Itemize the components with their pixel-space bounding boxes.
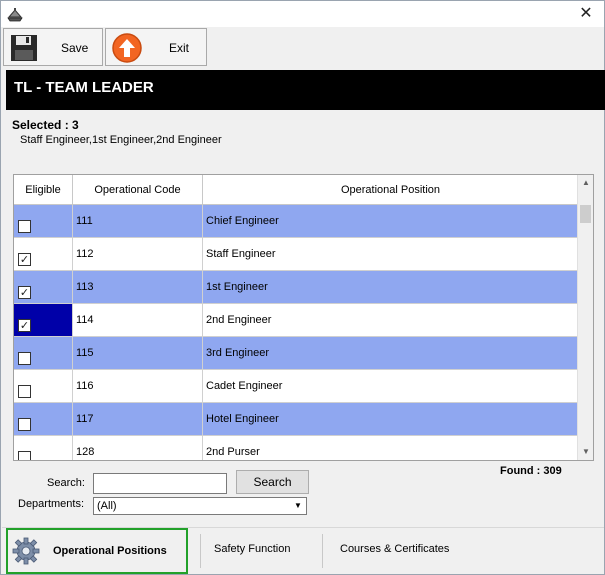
operational-code-cell[interactable]: 117: [73, 403, 203, 435]
ship-icon: [7, 8, 23, 22]
found-count: Found : 309: [500, 465, 562, 477]
tab-divider: [322, 534, 323, 568]
selected-list: Staff Engineer,1st Engineer,2nd Engineer: [20, 134, 222, 146]
eligible-cell[interactable]: [14, 436, 73, 460]
eligible-cell[interactable]: ✓: [14, 238, 73, 270]
page-title: TL - TEAM LEADER: [6, 70, 605, 110]
tab-courses-certificates[interactable]: Courses & Certificates: [340, 528, 460, 574]
save-button[interactable]: Save: [3, 28, 103, 66]
eligible-cell[interactable]: [14, 337, 73, 369]
title-bar: ✕: [1, 1, 604, 27]
operational-code-cell[interactable]: 114: [73, 304, 203, 336]
operational-position-cell[interactable]: Hotel Engineer: [203, 403, 578, 435]
tab-safety-function[interactable]: Safety Function: [214, 528, 309, 574]
eligible-checkbox[interactable]: [18, 220, 31, 233]
operational-code-cell[interactable]: 112: [73, 238, 203, 270]
eligible-cell[interactable]: [14, 403, 73, 435]
gear-icon: [12, 537, 40, 565]
table-row[interactable]: ✓ 113 1st Engineer: [14, 271, 578, 304]
eligible-cell[interactable]: ✓: [14, 271, 73, 303]
floppy-disk-icon: [11, 35, 37, 61]
departments-selected-value: (All): [97, 500, 117, 512]
chevron-down-icon[interactable]: ▼: [292, 499, 304, 513]
departments-label: Departments:: [18, 498, 85, 510]
operational-position-cell[interactable]: Staff Engineer: [203, 238, 578, 270]
column-header-eligible[interactable]: Eligible: [14, 175, 73, 205]
operational-code-cell[interactable]: 128: [73, 436, 203, 460]
table-row[interactable]: 115 3rd Engineer: [14, 337, 578, 370]
scroll-down-icon[interactable]: ▼: [578, 444, 593, 460]
eligible-checkbox[interactable]: [18, 451, 31, 460]
operational-position-cell[interactable]: 2nd Engineer: [203, 304, 578, 336]
operational-position-cell[interactable]: Cadet Engineer: [203, 370, 578, 402]
scroll-thumb[interactable]: [580, 205, 591, 223]
table-row[interactable]: 116 Cadet Engineer: [14, 370, 578, 403]
operational-code-cell[interactable]: 115: [73, 337, 203, 369]
search-input[interactable]: [93, 473, 227, 494]
eligible-checkbox[interactable]: ✓: [18, 286, 31, 299]
scroll-up-icon[interactable]: ▲: [578, 175, 593, 191]
operational-position-cell[interactable]: 2nd Purser: [203, 436, 578, 460]
table-row[interactable]: 117 Hotel Engineer: [14, 403, 578, 436]
eligible-cell[interactable]: [14, 370, 73, 402]
eligible-checkbox[interactable]: ✓: [18, 319, 31, 332]
operational-position-cell[interactable]: 3rd Engineer: [203, 337, 578, 369]
column-header-position[interactable]: Operational Position: [203, 175, 578, 205]
search-label: Search:: [47, 477, 85, 489]
operational-code-cell[interactable]: 111: [73, 205, 203, 237]
table-row[interactable]: 128 2nd Purser: [14, 436, 578, 460]
operational-code-cell[interactable]: 116: [73, 370, 203, 402]
up-arrow-circle-icon: [112, 33, 142, 63]
tab-bar: Operational Positions Safety Function Co…: [2, 527, 604, 574]
table-row[interactable]: ✓ 112 Staff Engineer: [14, 238, 578, 271]
tab-operational-label: Operational Positions: [53, 545, 167, 557]
dialog-window: ✕ Save Exit TL - TEAM LEADER Selected : …: [0, 0, 605, 575]
eligible-checkbox[interactable]: ✓: [18, 253, 31, 266]
grid-body: 111 Chief Engineer ✓ 112 Staff Engineer ✓ 113 1…: [14, 205, 578, 460]
toolbar: Save Exit: [2, 27, 604, 67]
tab-operational-positions[interactable]: Operational Positions: [6, 528, 188, 574]
eligible-checkbox[interactable]: [18, 385, 31, 398]
operational-position-cell[interactable]: 1st Engineer: [203, 271, 578, 303]
vertical-scrollbar[interactable]: ▲ ▼: [577, 175, 593, 460]
column-header-code[interactable]: Operational Code: [73, 175, 203, 205]
tab-divider: [200, 534, 201, 568]
operational-code-cell[interactable]: 113: [73, 271, 203, 303]
close-button[interactable]: ✕: [568, 1, 604, 27]
table-row[interactable]: 111 Chief Engineer: [14, 205, 578, 238]
selected-count: Selected : 3: [12, 118, 79, 132]
eligible-checkbox[interactable]: [18, 352, 31, 365]
exit-button[interactable]: Exit: [105, 28, 207, 66]
search-button[interactable]: Search: [236, 470, 309, 494]
positions-grid: Eligible Operational Code Operational Po…: [13, 174, 594, 461]
departments-select[interactable]: (All) ▼: [93, 497, 307, 515]
table-row[interactable]: ✓ 114 2nd Engineer: [14, 304, 578, 337]
eligible-checkbox[interactable]: [18, 418, 31, 431]
eligible-cell[interactable]: ✓: [14, 304, 73, 336]
operational-position-cell[interactable]: Chief Engineer: [203, 205, 578, 237]
grid-header: Eligible Operational Code Operational Po…: [14, 175, 578, 205]
save-label: Save: [61, 41, 89, 55]
eligible-cell[interactable]: [14, 205, 73, 237]
exit-label: Exit: [169, 41, 190, 55]
